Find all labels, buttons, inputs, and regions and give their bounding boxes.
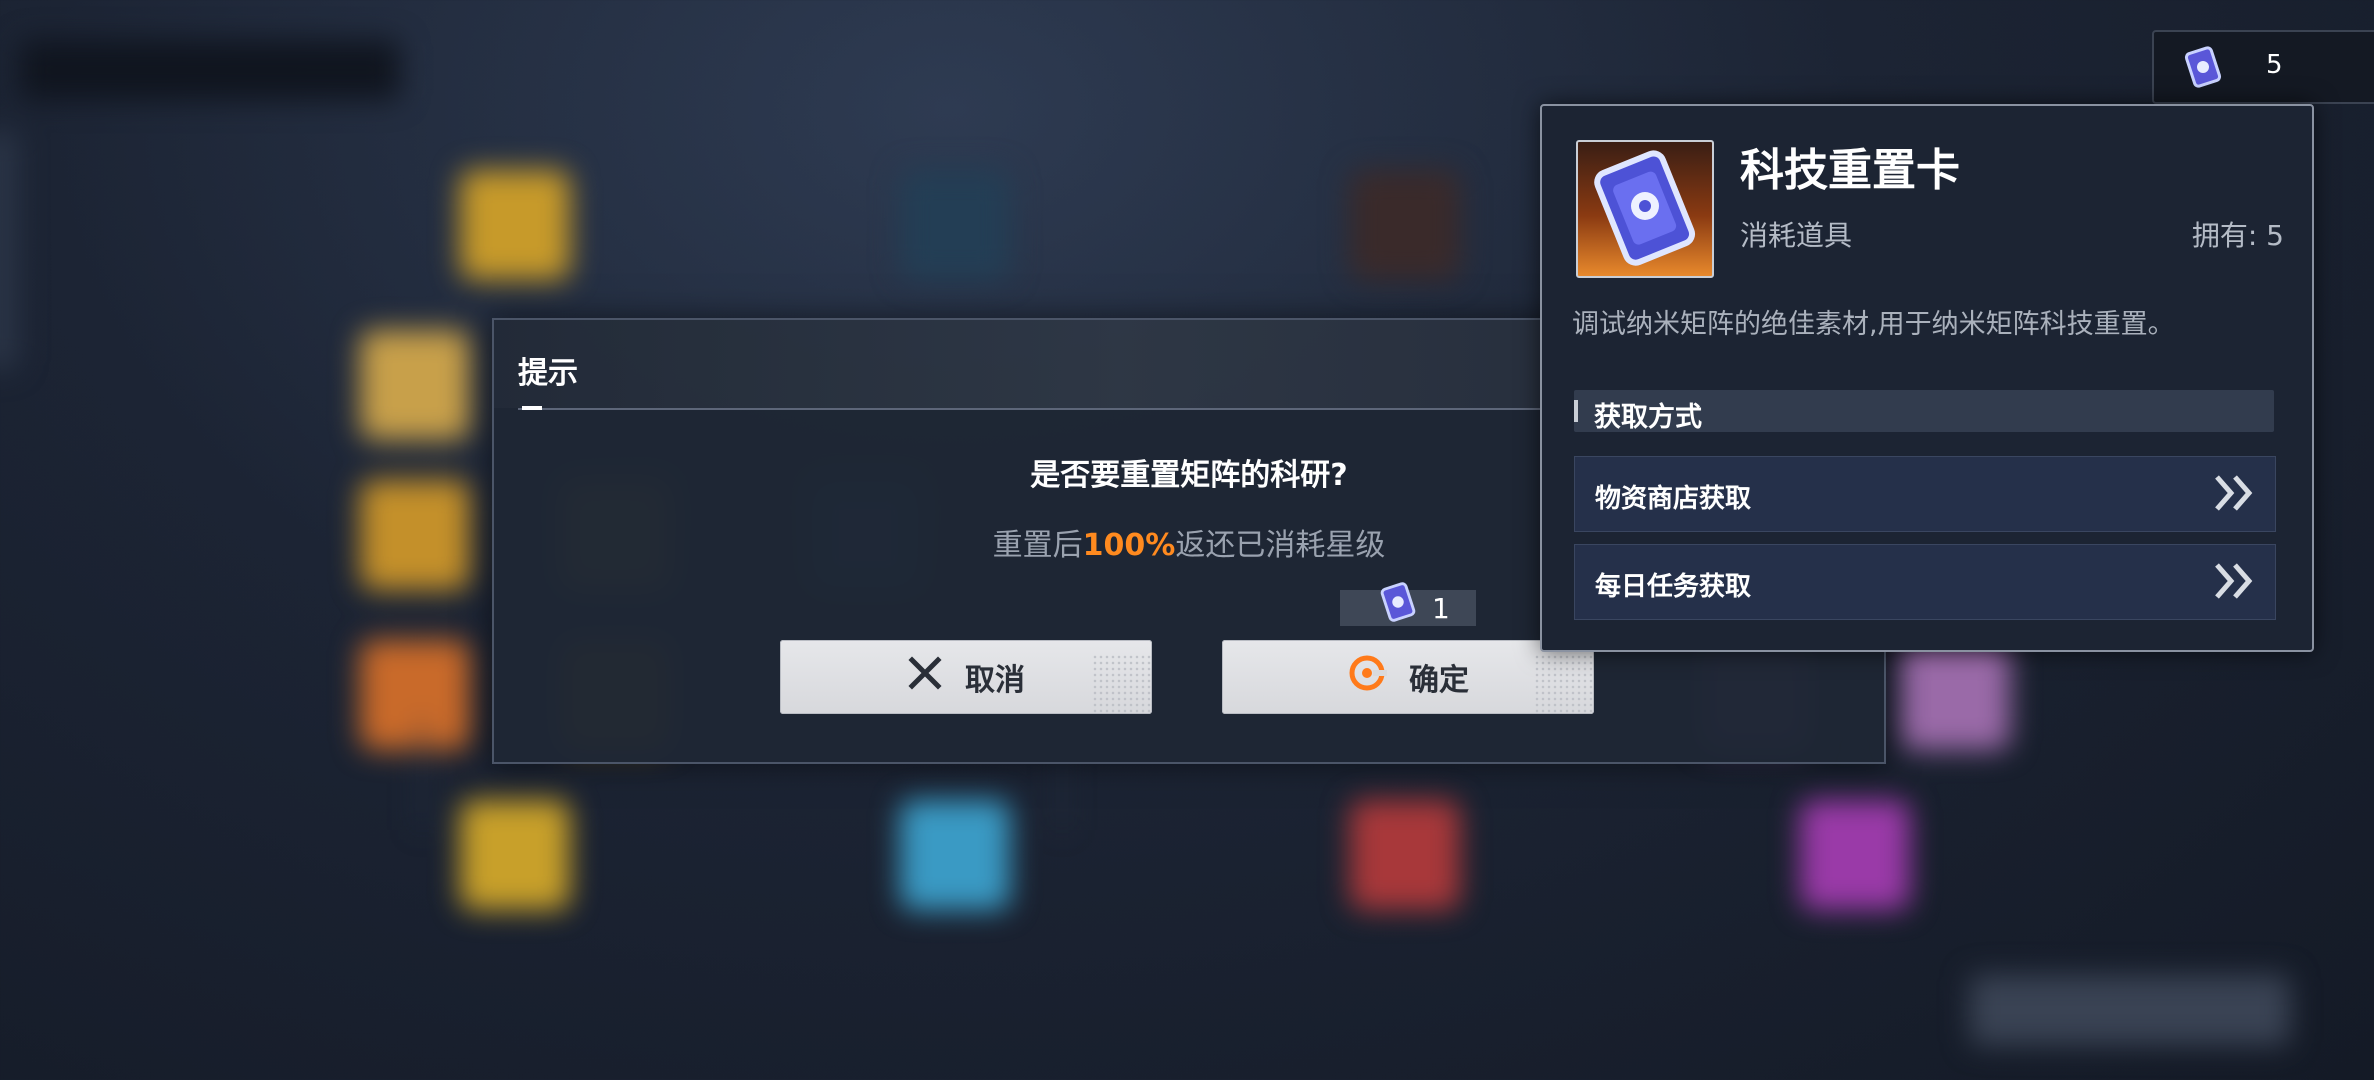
subtext-suffix: 返还已消耗星级 [1175,528,1386,563]
background-tile [1900,640,2010,750]
subtext-prefix: 重置后 [992,528,1083,563]
source-shop[interactable]: 物资商店获取 [1574,456,2276,532]
refund-percent: 100% [1082,528,1176,563]
sources-header: 获取方式 [1574,390,2274,433]
divider-accent [522,406,542,410]
source-daily-task[interactable]: 每日任务获取 [1574,544,2276,620]
double-chevron-right-icon [2213,561,2257,605]
dialog-title: 提示 [518,356,578,391]
item-name: 科技重置卡 [1740,145,1960,196]
confirm-circle-icon [1347,653,1387,701]
background-tile [1350,800,1460,910]
cost-value: 1 [1432,592,1450,625]
item-description: 调试纳米矩阵的绝佳素材,用于纳米矩阵科技重置。 [1572,309,2175,340]
background-tile [1800,800,1910,910]
confirm-label: 确定 [1409,663,1469,698]
background-button [1970,975,2290,1045]
cancel-button[interactable]: 取消 [780,640,1152,714]
background-tile [900,170,1010,280]
background-connector [420,720,424,830]
tech-reset-card-image [1576,140,1714,278]
item-owned-count: 拥有: 5 [2191,219,2284,252]
background-tile [1350,170,1460,280]
item-info-panel: 科技重置卡 消耗道具 拥有: 5 调试纳米矩阵的绝佳素材,用于纳米矩阵科技重置。… [1540,104,2314,652]
cancel-label: 取消 [965,663,1025,698]
background-tile [460,800,570,910]
tech-reset-card-icon [2180,44,2226,94]
background-tile [360,640,470,750]
tech-reset-card-icon [1376,580,1420,628]
close-icon [907,655,943,699]
background-tile [360,330,470,440]
confirm-button[interactable]: 确定 [1222,640,1594,714]
background-tile [460,170,570,280]
reset-cost: 1 [1340,582,1476,626]
sources-header-label: 获取方式 [1594,402,1702,433]
background-tile [360,480,470,590]
counter-value: 5 [2266,50,2283,80]
background-tile [900,800,1010,910]
source-label: 物资商店获取 [1595,484,1752,514]
double-chevron-right-icon [2213,473,2257,517]
source-label: 每日任务获取 [1595,572,1752,602]
reset-card-counter[interactable]: 5 [2152,30,2374,104]
background-topbar [20,40,400,100]
background-side-tab [0,130,18,370]
item-type: 消耗道具 [1740,219,1853,252]
